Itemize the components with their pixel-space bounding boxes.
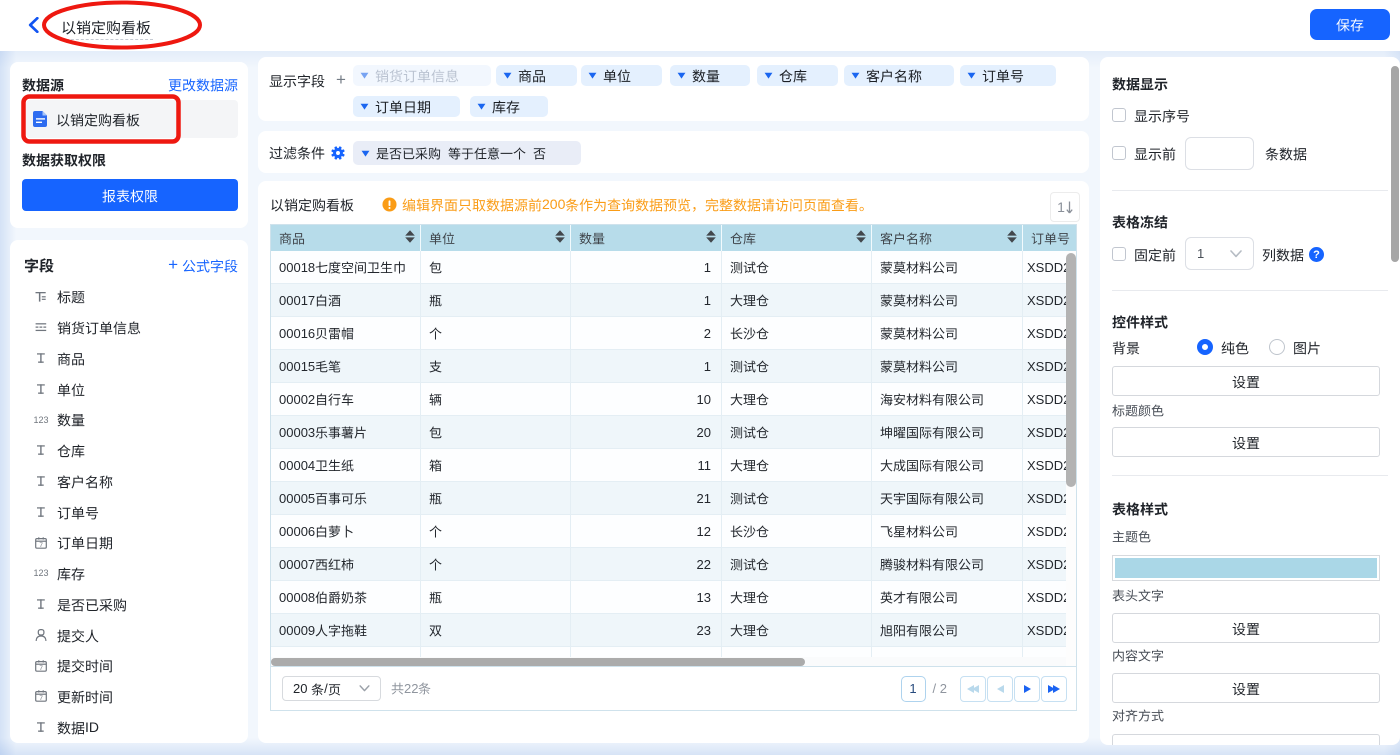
svg-text:7: 7 xyxy=(39,541,43,548)
svg-text:7: 7 xyxy=(39,695,43,702)
svg-text:7: 7 xyxy=(39,664,43,671)
